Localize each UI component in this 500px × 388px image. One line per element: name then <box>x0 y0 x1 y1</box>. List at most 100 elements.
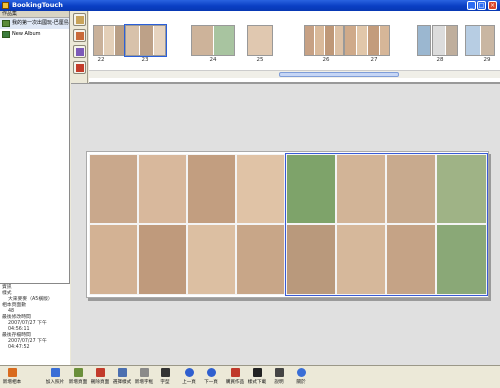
button-label: 上一頁 <box>182 380 196 385</box>
gift-tool-button[interactable] <box>73 61 86 74</box>
photo-frame[interactable] <box>89 154 138 224</box>
button-label: 下一頁 <box>204 380 218 385</box>
page-thumbnail[interactable] <box>304 25 344 56</box>
photo-frame[interactable] <box>187 154 236 224</box>
font-button[interactable]: 字型 <box>154 367 176 388</box>
maximize-button[interactable]: □ <box>477 1 486 10</box>
album-label: New Album <box>12 31 41 37</box>
photo-frame[interactable] <box>436 224 487 295</box>
button-label: 刪除頁面 <box>90 380 110 385</box>
page-number: 26 <box>322 57 330 63</box>
button-label: 樣式下載 <box>247 380 267 385</box>
style-icon <box>117 368 127 377</box>
photo-frame[interactable] <box>336 224 386 295</box>
layout-view-button[interactable] <box>73 29 86 42</box>
new-album-button[interactable]: 新增相本 <box>1 367 23 388</box>
button-label: 關於 <box>296 380 306 385</box>
add-page-icon <box>73 368 83 377</box>
photo-frame[interactable] <box>386 224 436 295</box>
delete-page-button[interactable]: 刪除頁面 <box>89 367 111 388</box>
add-page-button[interactable]: 新增頁面 <box>67 367 89 388</box>
photo-frame[interactable] <box>286 224 336 295</box>
page-thumbnail-selected[interactable] <box>124 24 167 57</box>
page-number: 22 <box>97 57 105 63</box>
add-photo-button[interactable]: 加入照片 <box>44 367 66 388</box>
right-page[interactable] <box>285 153 488 296</box>
about-icon <box>296 368 306 377</box>
about-button[interactable]: 關於 <box>290 367 312 388</box>
button-label: 選擇樣式 <box>112 380 132 385</box>
help-icon <box>274 368 284 377</box>
font-icon <box>160 368 170 377</box>
text-frame-icon <box>139 368 149 377</box>
album-item-new[interactable]: New Album <box>0 29 69 40</box>
photo-frame[interactable] <box>286 154 336 224</box>
prev-page-button[interactable]: 上一頁 <box>178 367 200 388</box>
page-thumbnail[interactable] <box>465 25 495 56</box>
button-label: 字型 <box>160 380 170 385</box>
photo-frame[interactable] <box>138 154 187 224</box>
side-toolbar <box>71 11 88 83</box>
page-number: 24 <box>209 57 217 63</box>
download-icon <box>252 368 262 377</box>
add-text-frame-button[interactable]: 新增字框 <box>133 367 155 388</box>
book-spread <box>86 151 489 298</box>
next-page-button[interactable]: 下一頁 <box>200 367 222 388</box>
album-icon <box>2 20 10 27</box>
left-page[interactable] <box>89 154 285 295</box>
add-photo-icon <box>50 368 60 377</box>
photo-view-button[interactable] <box>73 13 86 26</box>
button-label: 購買作品 <box>225 380 245 385</box>
button-label: 加入照片 <box>45 380 65 385</box>
page-thumbnail[interactable] <box>93 25 125 56</box>
new-album-icon <box>7 368 17 377</box>
album-icon <box>2 31 10 38</box>
button-label: 新增相本 <box>2 380 22 385</box>
page-number: 27 <box>370 57 378 63</box>
photo-frame[interactable] <box>236 154 285 224</box>
info-panel: 資訊 樣式 大來麥麥（A5橫版） 相本頁面數 48 最後修改時間 2007/07… <box>0 283 70 365</box>
app-icon <box>2 2 9 9</box>
page-number: 23 <box>141 57 149 63</box>
download-style-button[interactable]: 樣式下載 <box>246 367 268 388</box>
edit-tool-button[interactable] <box>73 45 86 58</box>
photo-frame[interactable] <box>138 224 187 295</box>
album-item-bali[interactable]: 我的第一次出國玩-巴厘島 <box>0 18 69 29</box>
button-label: 新增字框 <box>134 380 154 385</box>
page-thumbnail[interactable] <box>191 25 235 56</box>
help-button[interactable]: 說明 <box>268 367 290 388</box>
photo-frame[interactable] <box>89 224 138 295</box>
strip-scrollbar[interactable] <box>89 70 500 78</box>
page-number: 25 <box>256 57 264 63</box>
page-thumbnail[interactable] <box>432 25 458 56</box>
info-value: 2007/07/27 下午 04:47:52 <box>8 339 47 350</box>
prev-page-icon <box>184 368 194 377</box>
photo-frame[interactable] <box>436 154 487 224</box>
page-thumbnail[interactable] <box>417 25 431 56</box>
page-thumbnail[interactable] <box>344 25 390 56</box>
layout-icon <box>76 32 84 40</box>
photo-frame[interactable] <box>336 154 386 224</box>
close-button[interactable]: × <box>488 1 497 10</box>
delete-page-icon <box>95 368 105 377</box>
choose-style-button[interactable]: 選擇樣式 <box>111 367 133 388</box>
photo-frame[interactable] <box>386 154 436 224</box>
photo-frame[interactable] <box>236 224 285 295</box>
purchase-button[interactable]: 購買作品 <box>224 367 246 388</box>
editing-canvas <box>71 83 500 365</box>
purchase-icon <box>230 368 240 377</box>
album-panel: 作品集 我的第一次出國玩-巴厘島 New Album 資訊 樣式 大來麥麥（A5… <box>0 11 70 365</box>
edit-icon <box>76 48 84 56</box>
photo-frame[interactable] <box>187 224 236 295</box>
page-thumbnail[interactable] <box>247 25 273 56</box>
page-number: 29 <box>483 57 491 63</box>
window-title: BookingTouch <box>12 1 63 9</box>
next-page-icon <box>206 368 216 377</box>
photo-icon <box>76 16 84 24</box>
gift-icon <box>76 64 84 72</box>
page-number: 28 <box>436 57 444 63</box>
album-label: 我的第一次出國玩-巴厘島 <box>12 20 69 26</box>
minimize-button[interactable]: _ <box>467 1 476 10</box>
scrollbar-thumb[interactable] <box>279 72 399 77</box>
title-bar: BookingTouch _ □ × <box>0 0 500 11</box>
